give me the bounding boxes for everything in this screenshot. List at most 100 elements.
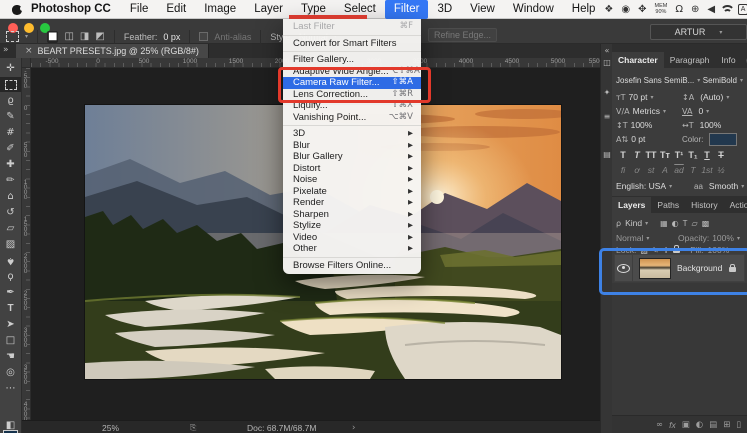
stylistic-alternates-button[interactable]: ad xyxy=(672,165,686,175)
gradient-tool[interactable]: ▨ xyxy=(0,237,21,252)
menu-help[interactable]: Help xyxy=(563,0,605,19)
input-source-icon[interactable]: A xyxy=(737,3,747,15)
paw-icon[interactable]: ✥ xyxy=(638,0,646,19)
tab-actions[interactable]: Actions xyxy=(724,197,747,213)
clone-stamp-tool[interactable]: ⌂ xyxy=(0,189,21,204)
menu-window[interactable]: Window xyxy=(504,0,563,19)
layer-row-background[interactable]: Background xyxy=(614,254,745,282)
superscript-button[interactable]: T¹ xyxy=(672,150,686,160)
menu-item-camera-raw-filter[interactable]: Camera Raw Filter... ⇧⌘A xyxy=(283,77,421,89)
menu-file[interactable]: File xyxy=(121,0,158,19)
filter-shape-layers-icon[interactable]: ▱ xyxy=(692,219,698,228)
menu-item-adaptive-wide-angle[interactable]: Adaptive Wide Angle... ⌥⇧⌘A xyxy=(283,66,421,78)
menu-image[interactable]: Image xyxy=(195,0,245,19)
menu-3d[interactable]: 3D xyxy=(428,0,461,19)
brush-tool[interactable]: ✏ xyxy=(0,173,21,188)
menu-item-sharpen[interactable]: Sharpen ▶ xyxy=(283,209,421,221)
new-layer-icon[interactable]: ⊞ xyxy=(723,420,730,430)
refine-edge-button[interactable]: Refine Edge... xyxy=(428,28,498,42)
pen-tool[interactable]: ✒ xyxy=(0,285,21,300)
filter-type-layers-icon[interactable]: T xyxy=(683,219,688,228)
tool-preset-chevron-icon[interactable]: ▾ xyxy=(25,33,28,40)
menu-item-video[interactable]: Video ▶ xyxy=(283,232,421,244)
link-layers-icon[interactable]: ∞ xyxy=(656,420,663,430)
zoom-level-field[interactable]: 25% xyxy=(102,423,119,433)
layer-visibility-toggle[interactable] xyxy=(615,255,633,281)
tab-close-icon[interactable]: × xyxy=(25,46,33,56)
menu-item-blur[interactable]: Blur ▶ xyxy=(283,140,421,152)
panel-menu-icon[interactable]: ≡ xyxy=(742,53,747,68)
layer-style-icon[interactable]: fx xyxy=(669,420,676,430)
tab-paragraph[interactable]: Paragraph xyxy=(664,52,716,68)
layer-thumbnail[interactable] xyxy=(639,257,671,279)
font-family-select[interactable]: Josefin Sans SemiB... ▾ xyxy=(616,76,703,85)
font-style-select[interactable]: SemiBold ▾ xyxy=(703,76,743,85)
language-select[interactable]: English: USA ▾ xyxy=(616,181,672,191)
menu-item-stylize[interactable]: Stylize ▶ xyxy=(283,220,421,232)
app-menu[interactable]: Photoshop CC xyxy=(23,0,121,19)
status-chevron-icon[interactable]: › xyxy=(352,423,355,433)
kerning-select[interactable]: Metrics ▾ xyxy=(633,106,666,116)
menu-item-lens-correction[interactable]: Lens Correction... ⇧⌘R xyxy=(283,89,421,101)
menu-type[interactable]: Type xyxy=(292,0,335,19)
shape-tool[interactable]: □ xyxy=(0,333,21,348)
export-icon[interactable]: ⎘ xyxy=(190,423,196,433)
rectangular-marquee-tool[interactable] xyxy=(0,77,21,92)
all-caps-button[interactable]: TT xyxy=(644,150,658,160)
text-color-swatch[interactable] xyxy=(709,132,738,146)
text-color-control[interactable]: Color: xyxy=(682,132,738,146)
faux-bold-button[interactable]: T xyxy=(616,150,630,160)
libraries-panel-icon[interactable]: ▤ xyxy=(602,150,612,159)
opacity-control[interactable]: Opacity: 100% ▾ xyxy=(678,233,740,243)
lock-all-icon[interactable] xyxy=(673,244,681,253)
eraser-tool[interactable]: ▱ xyxy=(0,221,21,236)
menu-item-noise[interactable]: Noise ▶ xyxy=(283,174,421,186)
fractions-button[interactable]: ½ xyxy=(714,165,728,175)
history-brush-tool[interactable]: ↺ xyxy=(0,205,21,220)
menu-item-pixelate[interactable]: Pixelate ▶ xyxy=(283,186,421,198)
menu-item-other[interactable]: Other ▶ xyxy=(283,243,421,255)
antialias-checkbox[interactable] xyxy=(199,32,209,41)
filter-pixel-layers-icon[interactable]: ▦ xyxy=(660,219,668,228)
quick-selection-tool[interactable]: ✎ xyxy=(0,109,21,124)
subtract-selection-mode-button[interactable]: ◨ xyxy=(80,31,89,43)
delete-layer-icon[interactable]: ▯ xyxy=(736,420,741,430)
feather-input[interactable]: 0 px xyxy=(163,32,180,42)
contextual-alternates-button[interactable]: ơ xyxy=(630,165,644,175)
tracking-select[interactable]: VA 0 ▾ xyxy=(682,106,709,116)
menu-item-distort[interactable]: Distort ▶ xyxy=(283,163,421,175)
horizontal-scale-field[interactable]: ↔T 100% xyxy=(682,120,721,130)
add-selection-mode-button[interactable]: ◫ xyxy=(64,31,73,43)
dodge-tool[interactable]: ϙ xyxy=(0,269,21,284)
tab-layers[interactable]: Layers xyxy=(612,197,652,213)
menu-item-render[interactable]: Render ▶ xyxy=(283,197,421,209)
menu-view[interactable]: View xyxy=(461,0,504,19)
layers-filter-kind-select[interactable]: Kind ▾ xyxy=(625,218,648,228)
small-caps-button[interactable]: Tᴛ xyxy=(658,150,672,160)
wifi-icon[interactable] xyxy=(720,4,735,14)
filter-ad极justment-layers-icon[interactable]: ◐ xyxy=(672,219,679,228)
antialias-select[interactable]: aa Smooth ▾ xyxy=(694,181,744,191)
menu-item-filter-gallery[interactable]: Filter Gallery... xyxy=(283,54,421,66)
add-layer-mask-icon[interactable]: ▣ xyxy=(682,420,690,430)
intersect-selection-mode-button[interactable]: ◩ xyxy=(95,31,104,43)
crossfade-icon[interactable]: ⊕ xyxy=(691,0,699,19)
healing-brush-tool[interactable]: ✚ xyxy=(0,157,21,172)
hand-tool[interactable]: ☚ xyxy=(0,349,21,364)
discretionary-ligatures-button[interactable]: st xyxy=(644,165,658,175)
move-tool[interactable]: ✛ xyxy=(0,61,21,76)
dropbox-icon[interactable]: ❖ xyxy=(604,0,613,19)
blur-tool[interactable]: ♠ xyxy=(0,253,21,268)
adjustment-layer-icon[interactable]: ◐ xyxy=(696,420,703,430)
type-tool[interactable]: T xyxy=(0,301,21,316)
tab-character[interactable]: Character xyxy=(612,52,664,68)
font-size-select[interactable]: 70 pt ▾ xyxy=(629,92,654,102)
strikethrough-button[interactable]: T xyxy=(714,150,728,160)
faux-italic-button[interactable]: T xyxy=(630,150,644,160)
zoom-tool[interactable]: ◎ xyxy=(0,365,21,380)
vertical-ruler[interactable]: -500 0 500 1000 1500 2000 2500 3000 3500… xyxy=(22,68,31,421)
menu-item-vanishing-point[interactable]: Vanishing Point... ⌥⌘V xyxy=(283,112,421,124)
menu-item-browse-filters-online[interactable]: Browse Filters Online... xyxy=(283,260,421,272)
baseline-shift-field[interactable]: 0 pt xyxy=(631,134,645,144)
lasso-tool[interactable]: ϱ xyxy=(0,93,21,108)
